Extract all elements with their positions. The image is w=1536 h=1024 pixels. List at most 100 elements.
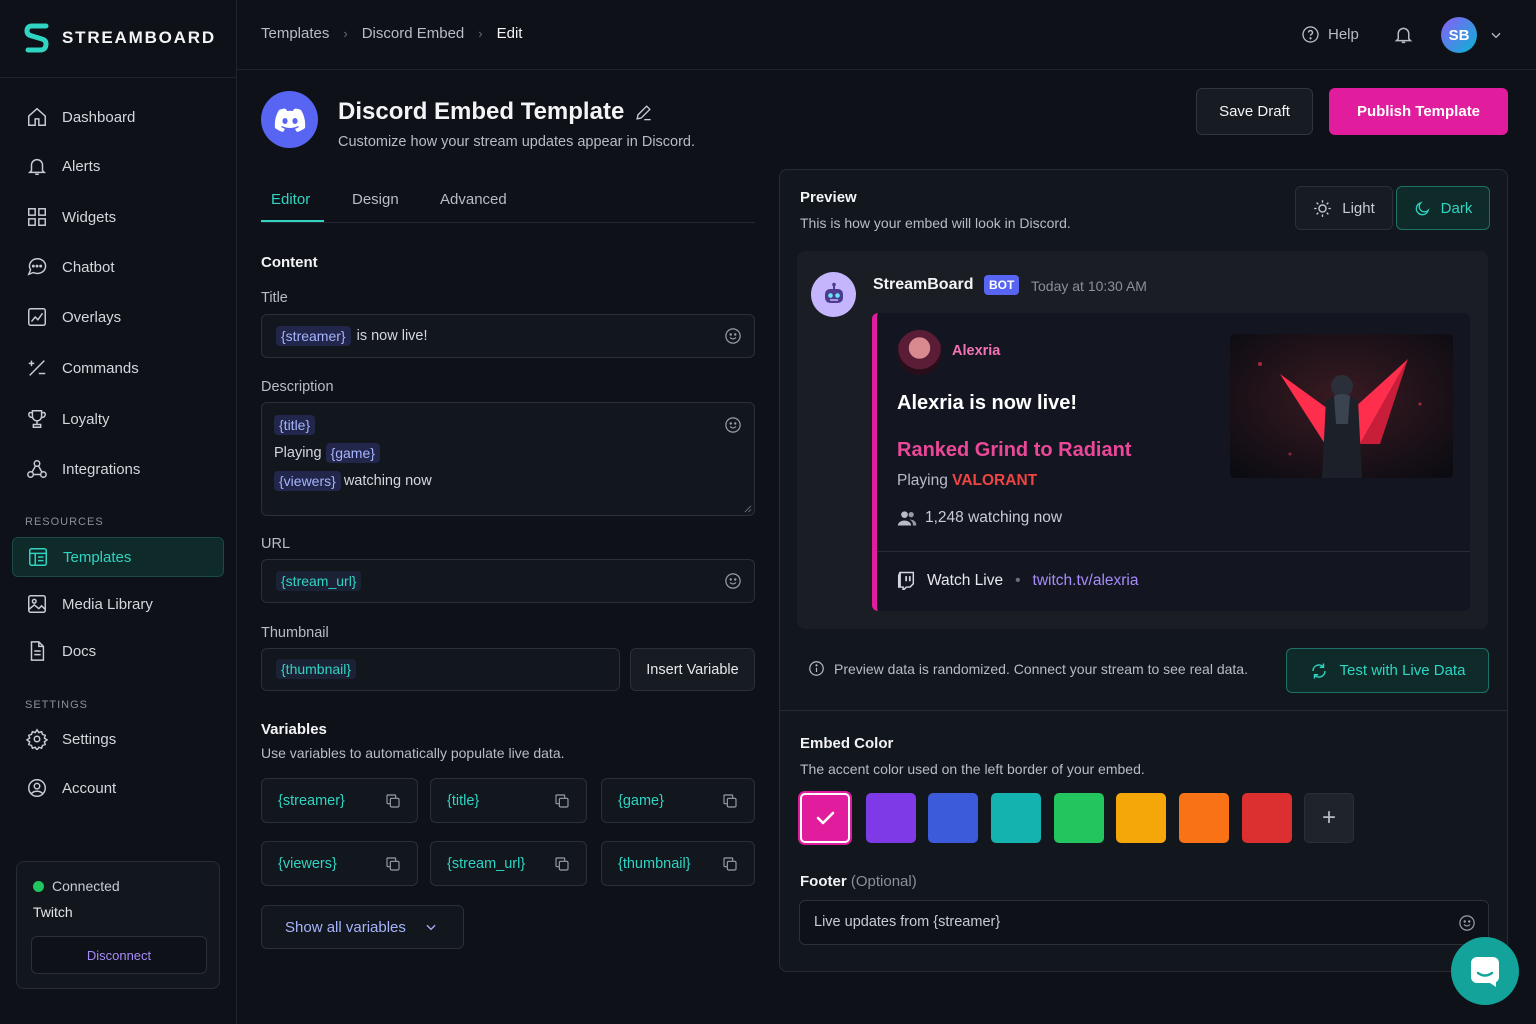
breadcrumb-templates[interactable]: Templates bbox=[261, 25, 329, 42]
copy-icon[interactable] bbox=[385, 793, 401, 809]
sidebar-item-account[interactable]: Account bbox=[12, 768, 224, 808]
save-draft-button[interactable]: Save Draft bbox=[1196, 88, 1313, 135]
help-label: Help bbox=[1328, 26, 1359, 43]
image-icon bbox=[28, 595, 46, 613]
bot-name: StreamBoard bbox=[873, 276, 974, 293]
sidebar-item-widgets[interactable]: Widgets bbox=[12, 197, 224, 237]
add-color-button[interactable]: + bbox=[1304, 793, 1354, 843]
separator-dot: • bbox=[1015, 571, 1021, 589]
copy-icon[interactable] bbox=[722, 856, 738, 872]
sidebar-item-chatbot[interactable]: Chatbot bbox=[12, 247, 224, 287]
stream-link[interactable]: twitch.tv/alexria bbox=[1033, 572, 1139, 590]
tab-editor[interactable]: Editor bbox=[271, 191, 310, 208]
light-label: Light bbox=[1342, 199, 1375, 217]
preview-title: Preview bbox=[800, 189, 857, 206]
connection-platform: Twitch bbox=[33, 904, 73, 920]
template-icon bbox=[29, 548, 47, 566]
footer-label-text: Footer bbox=[800, 873, 847, 890]
variable-thumbnail[interactable]: {thumbnail} bbox=[601, 841, 755, 886]
copy-icon[interactable] bbox=[722, 793, 738, 809]
sidebar-item-loyalty[interactable]: Loyalty bbox=[12, 399, 224, 439]
section-label-settings: SETTINGS bbox=[25, 699, 89, 711]
sidebar-item-dashboard[interactable]: Dashboard bbox=[12, 97, 224, 137]
emoji-icon[interactable] bbox=[1458, 914, 1476, 932]
embed-playing: Playing VALORANT bbox=[897, 472, 1037, 490]
copy-icon[interactable] bbox=[554, 793, 570, 809]
variable-stream-url[interactable]: {stream_url} bbox=[430, 841, 587, 886]
preview-subtitle: This is how your embed will look in Disc… bbox=[800, 215, 1071, 231]
variable-game[interactable]: {game} bbox=[601, 778, 755, 823]
sidebar-item-templates[interactable]: Templates bbox=[12, 537, 224, 577]
moon-icon bbox=[1415, 201, 1430, 215]
dark-mode-button[interactable]: Dark bbox=[1396, 186, 1490, 230]
title-input[interactable]: {streamer} is now live! bbox=[261, 314, 755, 358]
breadcrumb-discord-embed[interactable]: Discord Embed bbox=[362, 25, 465, 42]
test-live-data-button[interactable]: Test with Live Data bbox=[1286, 648, 1489, 693]
description-textarea[interactable]: {title} Playing {game} {viewers} watchin… bbox=[261, 402, 755, 516]
color-swatch-green[interactable] bbox=[1054, 793, 1104, 843]
footer-input[interactable]: Live updates from {streamer} bbox=[799, 900, 1489, 945]
sidebar-item-label: Settings bbox=[62, 730, 117, 748]
active-tab-indicator bbox=[261, 220, 324, 222]
color-swatch-blue[interactable] bbox=[928, 793, 978, 843]
help-button[interactable]: Help bbox=[1301, 25, 1359, 44]
footer-label: Footer (Optional) bbox=[800, 873, 917, 890]
variable-viewers[interactable]: {viewers} bbox=[261, 841, 418, 886]
resize-handle-icon[interactable] bbox=[743, 504, 752, 513]
color-swatch-teal[interactable] bbox=[991, 793, 1041, 843]
chevron-right-icon: › bbox=[478, 26, 483, 41]
nodes-icon bbox=[27, 460, 47, 478]
bell-icon bbox=[27, 158, 47, 175]
embed-title: Alexria is now live! bbox=[897, 392, 1078, 414]
variables-subtitle: Use variables to automatically populate … bbox=[261, 745, 565, 761]
description-text: watching now bbox=[343, 473, 432, 489]
emoji-icon[interactable] bbox=[724, 572, 742, 590]
disconnect-button[interactable]: Disconnect bbox=[31, 936, 207, 974]
chevron-down-icon bbox=[426, 924, 436, 931]
sidebar-item-commands[interactable]: Commands bbox=[12, 348, 224, 388]
copy-icon[interactable] bbox=[554, 856, 570, 872]
publish-template-button[interactable]: Publish Template bbox=[1329, 88, 1508, 135]
app-logo[interactable]: STREAMBOARD bbox=[24, 22, 216, 54]
sidebar-item-integrations[interactable]: Integrations bbox=[12, 449, 224, 489]
discord-logo-icon bbox=[261, 91, 318, 148]
notifications-button[interactable] bbox=[1393, 24, 1414, 45]
image-chart-icon bbox=[28, 308, 46, 326]
edit-pencil-icon[interactable] bbox=[634, 103, 653, 122]
color-swatch-yellow[interactable] bbox=[1116, 793, 1166, 843]
variable-streamer[interactable]: {streamer} bbox=[261, 778, 418, 823]
page-title: Discord Embed Template bbox=[338, 98, 653, 126]
variable-title[interactable]: {title} bbox=[430, 778, 587, 823]
color-swatch-purple[interactable] bbox=[866, 793, 916, 843]
variable-label: {stream_url} bbox=[447, 855, 526, 872]
title-input-text: is now live! bbox=[356, 328, 428, 344]
chevron-down-icon[interactable] bbox=[1489, 28, 1503, 42]
sidebar-item-overlays[interactable]: Overlays bbox=[12, 297, 224, 337]
color-swatch-magenta[interactable] bbox=[800, 793, 850, 843]
show-all-variables-button[interactable]: Show all variables bbox=[261, 905, 464, 949]
emoji-icon[interactable] bbox=[724, 416, 742, 434]
sidebar-item-docs[interactable]: Docs bbox=[12, 631, 224, 671]
thumbnail-input[interactable]: {thumbnail} bbox=[261, 648, 620, 691]
support-chat-button[interactable] bbox=[1451, 937, 1519, 1005]
light-mode-button[interactable]: Light bbox=[1295, 186, 1393, 230]
sidebar-item-alerts[interactable]: Alerts bbox=[12, 146, 224, 186]
url-label: URL bbox=[261, 536, 291, 552]
emoji-icon[interactable] bbox=[724, 327, 742, 345]
tab-advanced[interactable]: Advanced bbox=[440, 191, 507, 208]
variable-label: {title} bbox=[447, 792, 480, 809]
plus-minus-icon bbox=[28, 360, 46, 376]
color-swatch-orange[interactable] bbox=[1179, 793, 1229, 843]
url-input[interactable]: {stream_url} bbox=[261, 559, 755, 603]
chevron-right-icon: › bbox=[343, 26, 348, 41]
insert-variable-button[interactable]: Insert Variable bbox=[630, 648, 755, 691]
sidebar-item-settings[interactable]: Settings bbox=[12, 719, 224, 759]
color-swatch-red[interactable] bbox=[1242, 793, 1292, 843]
copy-icon[interactable] bbox=[385, 856, 401, 872]
avatar[interactable]: SB bbox=[1441, 17, 1477, 53]
checkmark-icon bbox=[816, 811, 835, 825]
variable-label: {game} bbox=[618, 792, 664, 809]
tab-design[interactable]: Design bbox=[352, 191, 399, 208]
description-line: Playing {game} bbox=[274, 443, 380, 463]
sidebar-item-media-library[interactable]: Media Library bbox=[12, 584, 224, 624]
